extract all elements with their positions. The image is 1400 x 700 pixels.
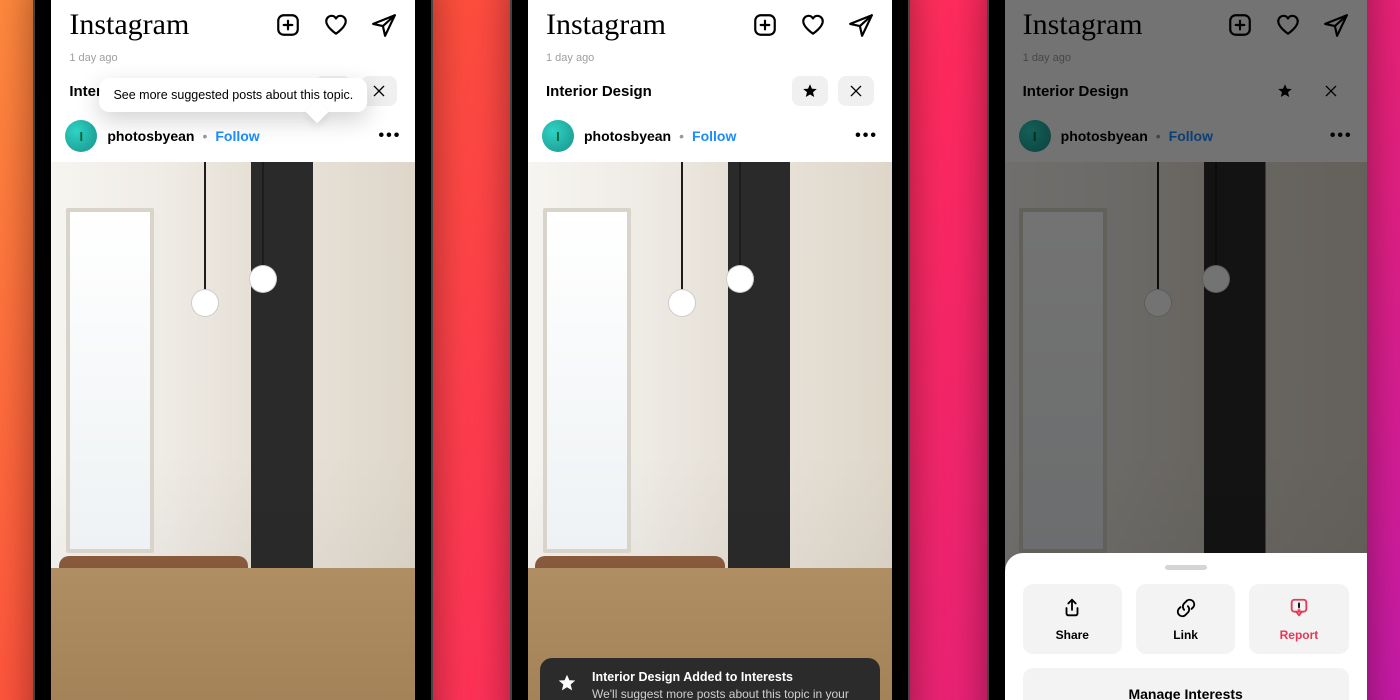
separator-dot: • (202, 128, 207, 144)
toast-title: Interior Design Added to Interests (592, 670, 866, 684)
follow-button[interactable]: Follow (215, 128, 259, 144)
app-header: Instagram (51, 4, 415, 50)
post-age-label: 1 day ago (51, 50, 415, 66)
action-sheet: Share Link Report Manage Interests (1005, 553, 1367, 700)
sheet-grabber[interactable] (1165, 565, 1207, 570)
dismiss-topic-button[interactable] (838, 76, 874, 106)
share-label: Share (1056, 628, 1089, 642)
activity-heart-icon[interactable] (800, 12, 826, 38)
topic-row: Interior Design (528, 66, 892, 114)
status-bar: 12:34 (51, 0, 415, 4)
screen-2: 12:34 Instagram (528, 0, 892, 700)
author-username[interactable]: photosbyean (584, 128, 671, 144)
tooltip-text: See more suggested posts about this topi… (113, 88, 353, 102)
instagram-wordmark: Instagram (69, 8, 189, 42)
report-label: Report (1280, 628, 1319, 642)
new-post-icon[interactable] (275, 12, 301, 38)
report-icon (1288, 597, 1310, 622)
link-icon (1175, 597, 1197, 622)
post-header: I photosbyean • Follow ••• (528, 114, 892, 162)
post-age-label: 1 day ago (528, 50, 892, 66)
link-button[interactable]: Link (1136, 584, 1235, 654)
star-icon (554, 670, 580, 696)
marketing-stage: 12:34 Instagram (0, 0, 1400, 700)
author-avatar[interactable]: I (542, 120, 574, 152)
messages-send-icon[interactable] (848, 12, 874, 38)
link-label: Link (1173, 628, 1198, 642)
phone-frame-2: 12:34 Instagram (510, 0, 910, 700)
suggested-topic-tooltip: See more suggested posts about this topi… (99, 78, 367, 112)
share-button[interactable]: Share (1023, 584, 1122, 654)
topic-title: Interior Design (546, 83, 652, 100)
author-avatar[interactable]: I (65, 120, 97, 152)
interest-star-button-active[interactable] (792, 76, 828, 106)
phone-frame-1: 12:34 Instagram (33, 0, 433, 700)
interest-added-toast: Interior Design Added to Interests We'll… (540, 658, 880, 700)
post-header: I photosbyean • Follow ••• (51, 114, 415, 162)
share-icon (1061, 597, 1083, 622)
post-image[interactable] (528, 162, 892, 700)
post-more-button[interactable]: ••• (855, 127, 878, 145)
instagram-wordmark: Instagram (546, 8, 666, 42)
status-bar: 12:34 (528, 0, 892, 4)
screen-3: 12:34 Instagram 1 day ago Interior Desig… (1005, 0, 1367, 700)
separator-dot: • (679, 128, 684, 144)
new-post-icon[interactable] (752, 12, 778, 38)
screen-1: 12:34 Instagram (51, 0, 415, 700)
manage-interests-label: Manage Interests (1128, 686, 1242, 700)
app-header: Instagram (528, 4, 892, 50)
activity-heart-icon[interactable] (323, 12, 349, 38)
post-image[interactable] (51, 162, 415, 700)
toast-body: We'll suggest more posts about this topi… (592, 686, 866, 700)
messages-send-icon[interactable] (371, 12, 397, 38)
post-more-button[interactable]: ••• (379, 127, 402, 145)
author-username[interactable]: photosbyean (107, 128, 194, 144)
manage-interests-button[interactable]: Manage Interests (1023, 668, 1349, 700)
phone-frame-3: 12:34 Instagram 1 day ago Interior Desig… (987, 0, 1367, 700)
follow-button[interactable]: Follow (692, 128, 736, 144)
report-button[interactable]: Report (1249, 584, 1348, 654)
